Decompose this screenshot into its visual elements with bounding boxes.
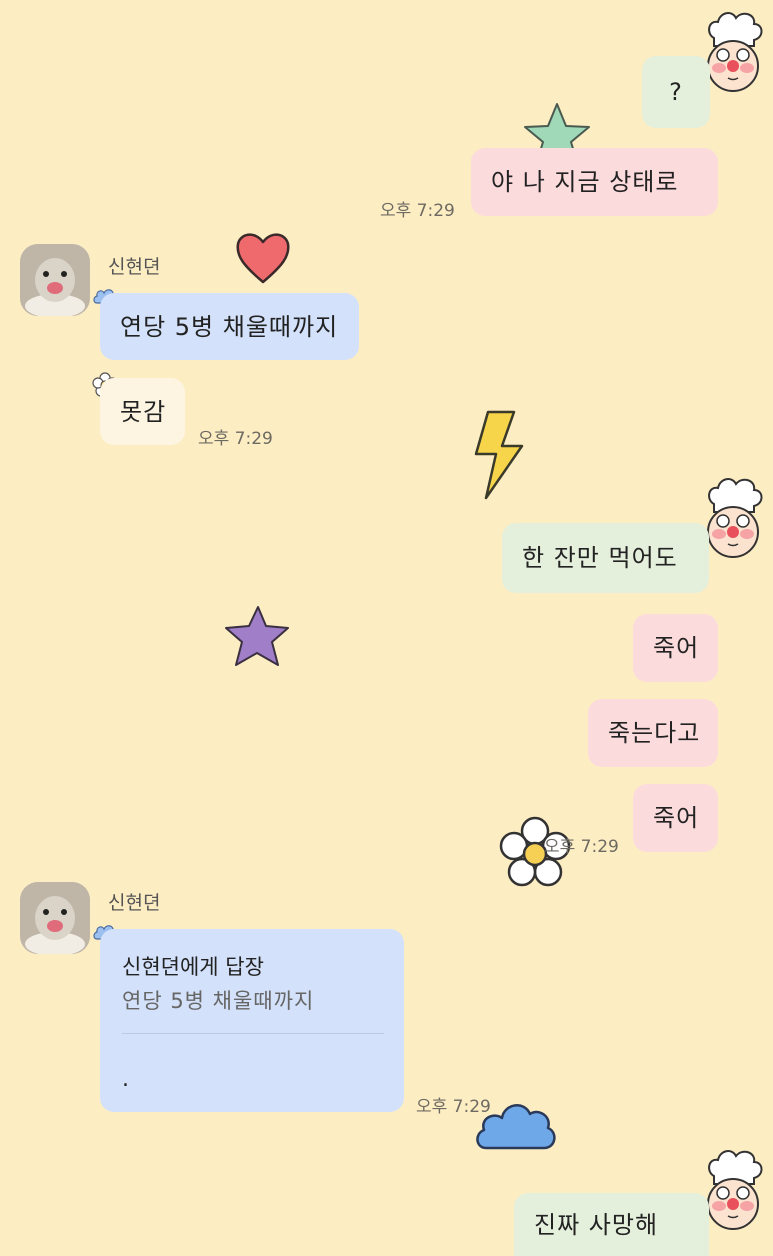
friend-avatar[interactable] bbox=[20, 882, 90, 954]
message-text: ? bbox=[669, 78, 683, 106]
heart-sticker-icon bbox=[236, 233, 290, 284]
reply-message-bubble[interactable]: 신현뎐에게 답장 연당 5병 채울때까지 . bbox=[100, 929, 404, 1112]
sent-message-bubble[interactable]: 진짜 사망해 bbox=[514, 1193, 709, 1256]
friend-name: 신현뎐 bbox=[108, 892, 161, 914]
reply-text: . bbox=[122, 1067, 129, 1092]
friend-message-bubble[interactable]: 연당 5병 채울때까지 bbox=[100, 293, 359, 360]
hamster-avatar-icon bbox=[20, 244, 90, 316]
message-timestamp: 오후 7:29 bbox=[416, 1097, 491, 1117]
friend-avatar[interactable] bbox=[20, 244, 90, 316]
reply-quoted-message: 연당 5병 채울때까지 bbox=[122, 989, 315, 1013]
message-timestamp: 오후 7:29 bbox=[544, 837, 619, 857]
message-text: 못감 bbox=[120, 397, 167, 426]
message-text: 야 나 지금 상태로 bbox=[491, 168, 679, 196]
sent-message-bubble[interactable]: ? bbox=[642, 56, 710, 128]
sent-message-bubble[interactable]: 죽는다고 bbox=[588, 699, 718, 767]
message-text: 죽는다고 bbox=[608, 719, 701, 747]
message-timestamp: 오후 7:29 bbox=[198, 429, 273, 449]
message-text: 연당 5병 채울때까지 bbox=[120, 312, 339, 341]
lightning-sticker-icon bbox=[474, 410, 524, 500]
message-text: 한 잔만 먹어도 bbox=[522, 544, 678, 572]
message-timestamp: 오후 7:29 bbox=[380, 201, 455, 221]
message-text: 죽어 bbox=[653, 634, 700, 662]
sent-message-bubble[interactable]: 한 잔만 먹어도 bbox=[502, 523, 709, 593]
hamster-avatar-icon bbox=[20, 882, 90, 954]
sent-message-bubble[interactable]: 죽어 bbox=[633, 614, 718, 682]
friend-name: 신현뎐 bbox=[108, 256, 161, 278]
reply-divider bbox=[122, 1033, 384, 1034]
reply-title: 신현뎐에게 답장 bbox=[122, 955, 264, 979]
sent-message-bubble[interactable]: 야 나 지금 상태로 bbox=[471, 148, 718, 216]
sent-message-bubble[interactable]: 죽어 bbox=[633, 784, 718, 852]
friend-message-bubble[interactable]: 못감 bbox=[100, 378, 185, 445]
message-text: 죽어 bbox=[653, 804, 700, 832]
message-text: 진짜 사망해 bbox=[534, 1210, 659, 1239]
purple-star-sticker-icon bbox=[225, 606, 289, 666]
